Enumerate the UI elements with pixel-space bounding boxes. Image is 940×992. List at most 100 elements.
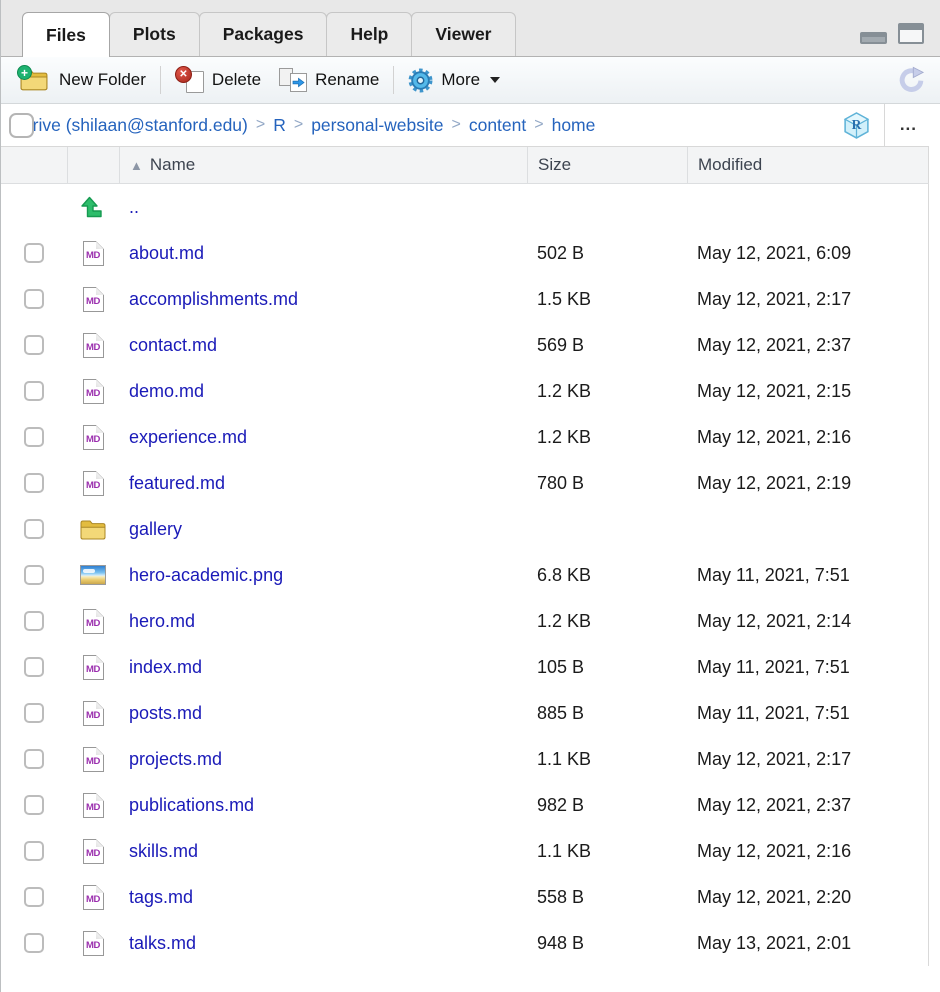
- row-checkbox[interactable]: [24, 611, 44, 631]
- table-row: MD projects.md 1.1 KB May 12, 2021, 2:17: [1, 736, 928, 782]
- md-icon: MD: [83, 839, 104, 864]
- file-size: 1.2 KB: [527, 368, 687, 414]
- file-size: 1.2 KB: [527, 598, 687, 644]
- path-breadcrumb: Drive (shilaan@stanford.edu) > R > perso…: [1, 104, 929, 147]
- tab-viewer[interactable]: Viewer: [411, 12, 515, 56]
- file-name-link[interactable]: hero.md: [119, 611, 195, 632]
- file-name-link[interactable]: demo.md: [119, 381, 204, 402]
- md-icon: MD: [83, 287, 104, 312]
- table-row: MD accomplishments.md 1.5 KB May 12, 202…: [1, 276, 928, 322]
- file-name-link[interactable]: accomplishments.md: [119, 289, 298, 310]
- breadcrumb-segment-r[interactable]: R: [273, 115, 286, 136]
- row-checkbox[interactable]: [24, 519, 44, 539]
- tab-help[interactable]: Help: [326, 12, 412, 56]
- r-project-cube-icon[interactable]: R: [842, 111, 871, 140]
- row-checkbox[interactable]: [24, 565, 44, 585]
- table-row: MD index.md 105 B May 11, 2021, 7:51: [1, 644, 928, 690]
- breadcrumb-chevron-icon: >: [294, 116, 303, 134]
- files-toolbar: + New Folder ✕ Delete Renam: [1, 57, 940, 104]
- breadcrumb-chevron-icon: >: [256, 116, 265, 134]
- breadcrumb-chevron-icon: >: [452, 116, 461, 134]
- row-checkbox[interactable]: [24, 335, 44, 355]
- file-name-link[interactable]: experience.md: [119, 427, 247, 448]
- row-checkbox[interactable]: [24, 887, 44, 907]
- header-modified-label: Modified: [698, 155, 762, 175]
- file-name-link[interactable]: ..: [119, 197, 139, 218]
- table-row: MD tags.md 558 B May 12, 2021, 2:20: [1, 874, 928, 920]
- row-checkbox[interactable]: [24, 473, 44, 493]
- gear-icon: [408, 68, 433, 93]
- file-name-link[interactable]: publications.md: [119, 795, 254, 816]
- select-all-checkbox[interactable]: [9, 113, 34, 138]
- md-icon: MD: [83, 931, 104, 956]
- breadcrumb-overflow-button[interactable]: ...: [894, 115, 923, 135]
- md-icon: MD: [83, 333, 104, 358]
- file-modified: May 12, 2021, 2:16: [687, 828, 928, 874]
- row-checkbox[interactable]: [24, 657, 44, 677]
- table-row: gallery: [1, 506, 928, 552]
- file-name-link[interactable]: hero-academic.png: [119, 565, 283, 586]
- file-modified: May 12, 2021, 2:14: [687, 598, 928, 644]
- tab-packages[interactable]: Packages: [199, 12, 328, 56]
- breadcrumb-segment-content[interactable]: content: [469, 115, 526, 136]
- maximize-icon[interactable]: [898, 23, 924, 44]
- table-row: MD experience.md 1.2 KB May 12, 2021, 2:…: [1, 414, 928, 460]
- file-name-link[interactable]: contact.md: [119, 335, 217, 356]
- more-label: More: [441, 70, 480, 90]
- toolbar-separator: [393, 66, 394, 94]
- header-modified-column[interactable]: Modified: [687, 147, 928, 183]
- file-table-header: ▲ Name Size Modified: [1, 147, 929, 184]
- file-size: 1.1 KB: [527, 828, 687, 874]
- tab-files[interactable]: Files: [22, 12, 110, 57]
- table-row: hero-academic.png 6.8 KB May 11, 2021, 7…: [1, 552, 928, 598]
- file-modified: May 12, 2021, 2:17: [687, 736, 928, 782]
- file-name-link[interactable]: posts.md: [119, 703, 202, 724]
- rename-label: Rename: [315, 70, 379, 90]
- file-size: 1.2 KB: [527, 414, 687, 460]
- refresh-icon: [897, 66, 926, 95]
- file-name-link[interactable]: featured.md: [119, 473, 225, 494]
- rename-button[interactable]: Rename: [270, 64, 388, 96]
- file-name-link[interactable]: index.md: [119, 657, 202, 678]
- row-checkbox[interactable]: [24, 933, 44, 953]
- header-size-column[interactable]: Size: [527, 147, 687, 183]
- row-checkbox[interactable]: [24, 427, 44, 447]
- delete-button[interactable]: ✕ Delete: [166, 64, 270, 97]
- file-modified: May 12, 2021, 2:20: [687, 874, 928, 920]
- row-checkbox[interactable]: [24, 795, 44, 815]
- file-size: [527, 184, 687, 230]
- more-button[interactable]: More: [399, 64, 509, 97]
- row-checkbox[interactable]: [24, 243, 44, 263]
- image-icon: [80, 565, 106, 585]
- row-checkbox[interactable]: [24, 841, 44, 861]
- new-folder-button[interactable]: + New Folder: [11, 64, 155, 96]
- row-checkbox[interactable]: [24, 289, 44, 309]
- file-modified: May 12, 2021, 2:17: [687, 276, 928, 322]
- header-name-column[interactable]: ▲ Name: [119, 147, 527, 183]
- minimize-icon[interactable]: [860, 32, 887, 44]
- file-size: 1.1 KB: [527, 736, 687, 782]
- breadcrumb-segment-personal-website[interactable]: personal-website: [311, 115, 443, 136]
- file-name-link[interactable]: tags.md: [119, 887, 193, 908]
- toolbar-separator: [160, 66, 161, 94]
- delete-icon: ✕: [175, 68, 204, 93]
- refresh-button[interactable]: [893, 64, 930, 97]
- new-folder-label: New Folder: [59, 70, 146, 90]
- tab-plots[interactable]: Plots: [109, 12, 200, 56]
- file-modified: May 12, 2021, 2:19: [687, 460, 928, 506]
- table-row: MD posts.md 885 B May 11, 2021, 7:51: [1, 690, 928, 736]
- row-checkbox[interactable]: [24, 381, 44, 401]
- file-size: 1.5 KB: [527, 276, 687, 322]
- row-checkbox[interactable]: [24, 749, 44, 769]
- file-name-link[interactable]: talks.md: [119, 933, 196, 954]
- breadcrumb-root[interactable]: Drive (shilaan@stanford.edu): [20, 115, 248, 136]
- file-name-link[interactable]: projects.md: [119, 749, 222, 770]
- breadcrumb-segment-home[interactable]: home: [552, 115, 596, 136]
- file-name-link[interactable]: gallery: [119, 519, 182, 540]
- parent-dir-icon: [81, 195, 105, 219]
- file-size: 569 B: [527, 322, 687, 368]
- row-checkbox[interactable]: [24, 703, 44, 723]
- file-name-link[interactable]: about.md: [119, 243, 204, 264]
- file-name-link[interactable]: skills.md: [119, 841, 198, 862]
- file-size: [527, 506, 687, 552]
